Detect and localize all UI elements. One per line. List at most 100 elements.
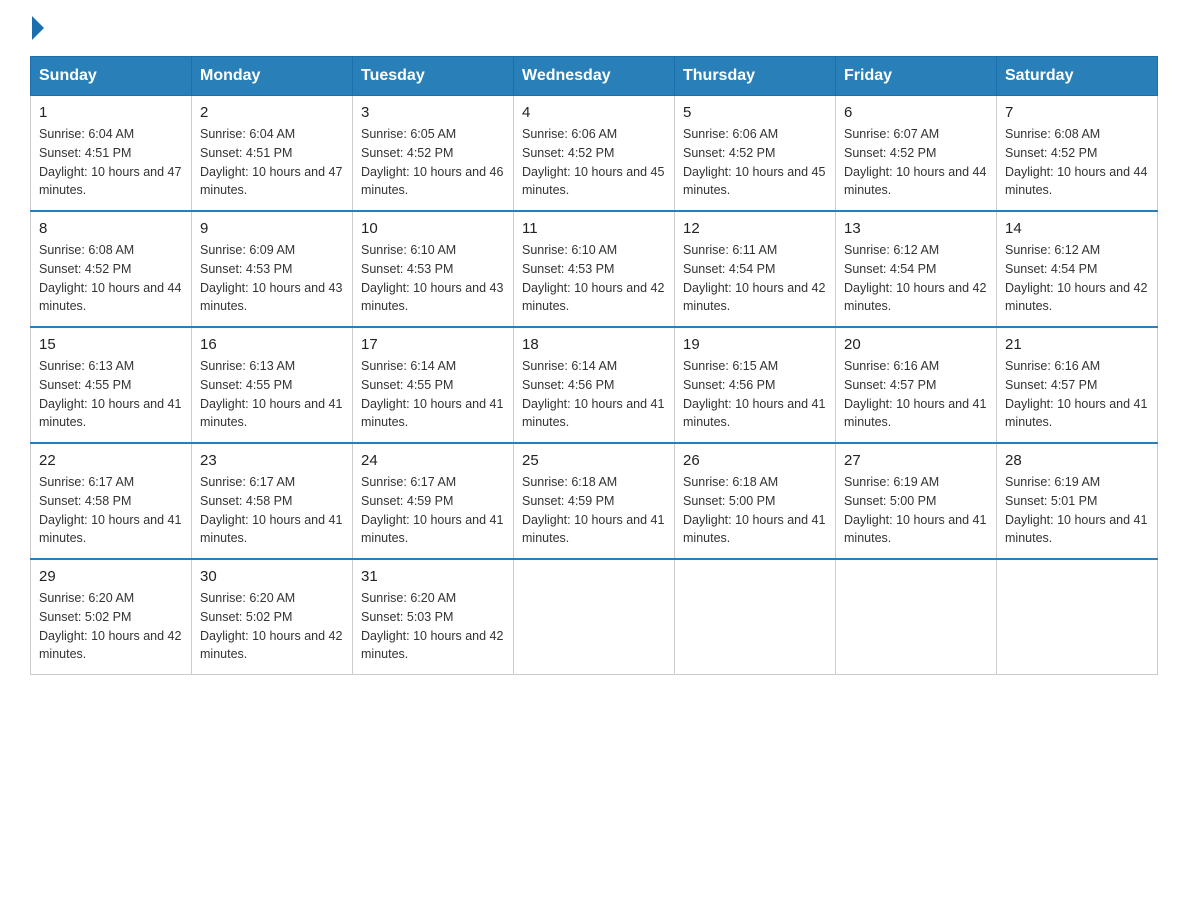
day-number: 11 (522, 220, 666, 237)
calendar-header-saturday: Saturday (997, 57, 1158, 96)
day-number: 20 (844, 336, 988, 353)
day-number: 10 (361, 220, 505, 237)
day-info: Sunrise: 6:14 AMSunset: 4:56 PMDaylight:… (522, 357, 666, 432)
logo (30, 20, 44, 36)
day-info: Sunrise: 6:10 AMSunset: 4:53 PMDaylight:… (522, 241, 666, 316)
day-number: 3 (361, 104, 505, 121)
calendar-cell (836, 559, 997, 675)
day-info: Sunrise: 6:12 AMSunset: 4:54 PMDaylight:… (1005, 241, 1149, 316)
day-number: 6 (844, 104, 988, 121)
day-number: 30 (200, 568, 344, 585)
day-info: Sunrise: 6:19 AMSunset: 5:01 PMDaylight:… (1005, 473, 1149, 548)
day-info: Sunrise: 6:17 AMSunset: 4:58 PMDaylight:… (200, 473, 344, 548)
day-info: Sunrise: 6:09 AMSunset: 4:53 PMDaylight:… (200, 241, 344, 316)
day-info: Sunrise: 6:20 AMSunset: 5:02 PMDaylight:… (39, 589, 183, 664)
page-header (30, 20, 1158, 36)
calendar-cell: 5 Sunrise: 6:06 AMSunset: 4:52 PMDaylight… (675, 96, 836, 212)
calendar-cell: 20 Sunrise: 6:16 AMSunset: 4:57 PMDayligh… (836, 327, 997, 443)
calendar-cell: 13Sunrise: 6:12 AMSunset: 4:54 PMDayligh… (836, 211, 997, 327)
day-info: Sunrise: 6:17 AMSunset: 4:58 PMDaylight:… (39, 473, 183, 548)
day-number: 7 (1005, 104, 1149, 121)
calendar-cell: 12 Sunrise: 6:11 AMSunset: 4:54 PMDayligh… (675, 211, 836, 327)
calendar-header-monday: Monday (192, 57, 353, 96)
day-number: 29 (39, 568, 183, 585)
day-info: Sunrise: 6:15 AMSunset: 4:56 PMDaylight:… (683, 357, 827, 432)
calendar-cell: 30 Sunrise: 6:20 AMSunset: 5:02 PMDayligh… (192, 559, 353, 675)
calendar-table: SundayMondayTuesdayWednesdayThursdayFrid… (30, 56, 1158, 675)
day-info: Sunrise: 6:08 AMSunset: 4:52 PMDaylight:… (1005, 125, 1149, 200)
day-info: Sunrise: 6:04 AMSunset: 4:51 PMDaylight:… (39, 125, 183, 200)
calendar-cell: 27Sunrise: 6:19 AMSunset: 5:00 PMDayligh… (836, 443, 997, 559)
calendar-header-thursday: Thursday (675, 57, 836, 96)
calendar-cell: 3 Sunrise: 6:05 AMSunset: 4:52 PMDaylight… (353, 96, 514, 212)
day-number: 14 (1005, 220, 1149, 237)
day-info: Sunrise: 6:14 AMSunset: 4:55 PMDaylight:… (361, 357, 505, 432)
day-number: 24 (361, 452, 505, 469)
day-number: 9 (200, 220, 344, 237)
calendar-header-sunday: Sunday (31, 57, 192, 96)
calendar-cell: 4Sunrise: 6:06 AMSunset: 4:52 PMDaylight… (514, 96, 675, 212)
day-number: 17 (361, 336, 505, 353)
calendar-cell: 25 Sunrise: 6:18 AMSunset: 4:59 PMDayligh… (514, 443, 675, 559)
day-number: 19 (683, 336, 827, 353)
calendar-header-friday: Friday (836, 57, 997, 96)
day-info: Sunrise: 6:06 AMSunset: 4:52 PMDaylight:… (522, 125, 666, 200)
calendar-header-row: SundayMondayTuesdayWednesdayThursdayFrid… (31, 57, 1158, 96)
day-info: Sunrise: 6:13 AMSunset: 4:55 PMDaylight:… (39, 357, 183, 432)
day-number: 1 (39, 104, 183, 121)
calendar-header-wednesday: Wednesday (514, 57, 675, 96)
calendar-cell: 21 Sunrise: 6:16 AMSunset: 4:57 PMDayligh… (997, 327, 1158, 443)
day-number: 27 (844, 452, 988, 469)
day-info: Sunrise: 6:20 AMSunset: 5:02 PMDaylight:… (200, 589, 344, 664)
calendar-cell: 19 Sunrise: 6:15 AMSunset: 4:56 PMDayligh… (675, 327, 836, 443)
calendar-week-row: 29 Sunrise: 6:20 AMSunset: 5:02 PMDayligh… (31, 559, 1158, 675)
day-info: Sunrise: 6:05 AMSunset: 4:52 PMDaylight:… (361, 125, 505, 200)
day-info: Sunrise: 6:18 AMSunset: 4:59 PMDaylight:… (522, 473, 666, 548)
day-info: Sunrise: 6:06 AMSunset: 4:52 PMDaylight:… (683, 125, 827, 200)
day-info: Sunrise: 6:16 AMSunset: 4:57 PMDaylight:… (1005, 357, 1149, 432)
calendar-cell: 16Sunrise: 6:13 AMSunset: 4:55 PMDayligh… (192, 327, 353, 443)
day-info: Sunrise: 6:12 AMSunset: 4:54 PMDaylight:… (844, 241, 988, 316)
day-info: Sunrise: 6:08 AMSunset: 4:52 PMDaylight:… (39, 241, 183, 316)
calendar-cell: 9 Sunrise: 6:09 AMSunset: 4:53 PMDaylight… (192, 211, 353, 327)
day-info: Sunrise: 6:16 AMSunset: 4:57 PMDaylight:… (844, 357, 988, 432)
calendar-cell: 22Sunrise: 6:17 AMSunset: 4:58 PMDayligh… (31, 443, 192, 559)
calendar-week-row: 1 Sunrise: 6:04 AMSunset: 4:51 PMDaylight… (31, 96, 1158, 212)
calendar-cell: 14 Sunrise: 6:12 AMSunset: 4:54 PMDayligh… (997, 211, 1158, 327)
day-number: 23 (200, 452, 344, 469)
day-info: Sunrise: 6:04 AMSunset: 4:51 PMDaylight:… (200, 125, 344, 200)
calendar-cell: 31 Sunrise: 6:20 AMSunset: 5:03 PMDayligh… (353, 559, 514, 675)
calendar-week-row: 22Sunrise: 6:17 AMSunset: 4:58 PMDayligh… (31, 443, 1158, 559)
calendar-cell: 23 Sunrise: 6:17 AMSunset: 4:58 PMDayligh… (192, 443, 353, 559)
calendar-cell (997, 559, 1158, 675)
calendar-cell: 17 Sunrise: 6:14 AMSunset: 4:55 PMDayligh… (353, 327, 514, 443)
day-info: Sunrise: 6:11 AMSunset: 4:54 PMDaylight:… (683, 241, 827, 316)
day-number: 21 (1005, 336, 1149, 353)
day-number: 8 (39, 220, 183, 237)
day-number: 26 (683, 452, 827, 469)
calendar-header-tuesday: Tuesday (353, 57, 514, 96)
calendar-cell: 2Sunrise: 6:04 AMSunset: 4:51 PMDaylight… (192, 96, 353, 212)
day-number: 25 (522, 452, 666, 469)
calendar-cell (514, 559, 675, 675)
day-info: Sunrise: 6:13 AMSunset: 4:55 PMDaylight:… (200, 357, 344, 432)
calendar-cell (675, 559, 836, 675)
day-info: Sunrise: 6:07 AMSunset: 4:52 PMDaylight:… (844, 125, 988, 200)
logo-triangle-icon (32, 16, 44, 40)
day-number: 31 (361, 568, 505, 585)
day-number: 12 (683, 220, 827, 237)
calendar-cell: 18Sunrise: 6:14 AMSunset: 4:56 PMDayligh… (514, 327, 675, 443)
day-number: 28 (1005, 452, 1149, 469)
day-number: 5 (683, 104, 827, 121)
day-info: Sunrise: 6:20 AMSunset: 5:03 PMDaylight:… (361, 589, 505, 664)
calendar-cell: 11 Sunrise: 6:10 AMSunset: 4:53 PMDayligh… (514, 211, 675, 327)
calendar-cell: 10 Sunrise: 6:10 AMSunset: 4:53 PMDayligh… (353, 211, 514, 327)
calendar-cell: 28 Sunrise: 6:19 AMSunset: 5:01 PMDayligh… (997, 443, 1158, 559)
day-info: Sunrise: 6:18 AMSunset: 5:00 PMDaylight:… (683, 473, 827, 548)
calendar-cell: 26 Sunrise: 6:18 AMSunset: 5:00 PMDayligh… (675, 443, 836, 559)
calendar-cell: 7 Sunrise: 6:08 AMSunset: 4:52 PMDaylight… (997, 96, 1158, 212)
calendar-cell: 24 Sunrise: 6:17 AMSunset: 4:59 PMDayligh… (353, 443, 514, 559)
day-info: Sunrise: 6:10 AMSunset: 4:53 PMDaylight:… (361, 241, 505, 316)
day-info: Sunrise: 6:17 AMSunset: 4:59 PMDaylight:… (361, 473, 505, 548)
calendar-cell: 29 Sunrise: 6:20 AMSunset: 5:02 PMDayligh… (31, 559, 192, 675)
